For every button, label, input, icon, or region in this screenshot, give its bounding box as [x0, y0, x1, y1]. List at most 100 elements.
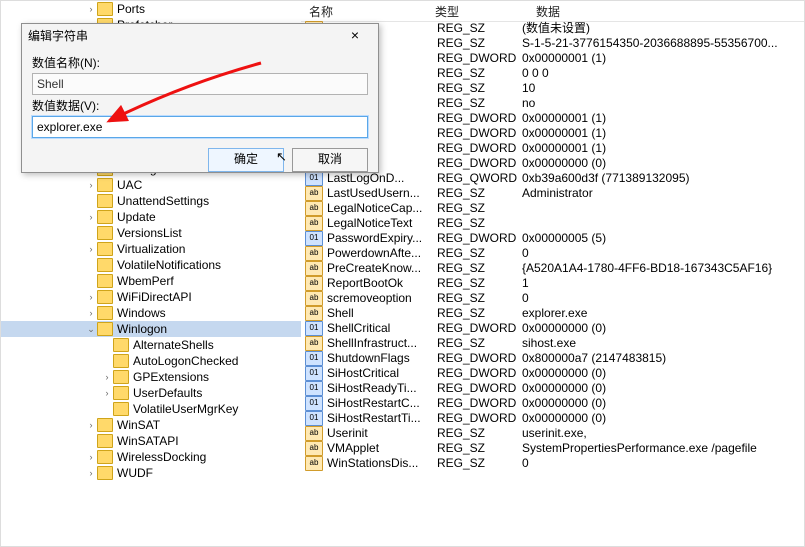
value-name: Shell	[327, 306, 437, 321]
expand-icon[interactable]: ›	[85, 289, 97, 305]
expand-icon[interactable]: ›	[85, 1, 97, 17]
value-data: 10	[522, 81, 804, 96]
tree-item-wbemperf[interactable]: WbemPerf	[1, 273, 301, 289]
tree-item-wudf[interactable]: ›WUDF	[1, 465, 301, 481]
tree-item-windows[interactable]: ›Windows	[1, 305, 301, 321]
value-type: REG_DWORD	[437, 156, 522, 171]
string-icon: ab	[305, 291, 323, 306]
value-row[interactable]: abPreCreateKnow...REG_SZ{A520A1A4-1780-4…	[301, 261, 804, 276]
expand-icon[interactable]: ›	[85, 209, 97, 225]
expand-icon[interactable]: ›	[85, 465, 97, 481]
string-icon: ab	[305, 261, 323, 276]
value-type: REG_SZ	[437, 21, 522, 36]
value-name: SiHostRestartTi...	[327, 411, 437, 426]
value-data: sihost.exe	[522, 336, 804, 351]
value-type: REG_QWORD	[437, 171, 522, 186]
tree-item-update[interactable]: › Update	[1, 209, 301, 225]
value-name-label: 数值名称(N):	[32, 54, 368, 71]
value-data: (数值未设置)	[522, 21, 804, 36]
string-icon: ab	[305, 426, 323, 441]
ok-button[interactable]: 确定	[208, 148, 284, 172]
value-row[interactable]: 01ShutdownFlagsREG_DWORD0x800000a7 (2147…	[301, 351, 804, 366]
folder-icon	[97, 450, 113, 464]
expand-icon[interactable]: ›	[85, 241, 97, 257]
value-type: REG_SZ	[437, 201, 522, 216]
expand-icon[interactable]: ⌄	[85, 321, 97, 337]
tree-item-userdefaults[interactable]: › UserDefaults	[1, 385, 301, 401]
value-data: explorer.exe	[522, 306, 804, 321]
tree-label: WinSAT	[117, 417, 160, 433]
col-header-name[interactable]: 名称	[301, 1, 427, 22]
value-data: 0x00000001 (1)	[522, 126, 804, 141]
col-header-type[interactable]: 类型	[427, 1, 528, 22]
expand-icon[interactable]: ›	[101, 369, 113, 385]
tree-item-virtualization[interactable]: ›Virtualization	[1, 241, 301, 257]
value-type: REG_DWORD	[437, 366, 522, 381]
value-name: SiHostCritical	[327, 366, 437, 381]
value-row[interactable]: abUserinitREG_SZuserinit.exe,	[301, 426, 804, 441]
tree-label: UserDefaults	[133, 385, 202, 401]
tree-item-autologonchecked[interactable]: AutoLogonChecked	[1, 353, 301, 369]
value-row[interactable]: abVMAppletREG_SZSystemPropertiesPerforma…	[301, 441, 804, 456]
value-type: REG_SZ	[437, 276, 522, 291]
value-data-input[interactable]	[32, 116, 368, 138]
tree-item-unattendsettings[interactable]: UnattendSettings	[1, 193, 301, 209]
col-header-data[interactable]: 数据	[528, 1, 804, 22]
string-icon: ab	[305, 201, 323, 216]
folder-icon	[113, 370, 129, 384]
value-data: 0x00000005 (5)	[522, 231, 804, 246]
value-row[interactable]: abReportBootOkREG_SZ1	[301, 276, 804, 291]
value-row[interactable]: abPowerdownAfte...REG_SZ0	[301, 246, 804, 261]
expand-icon[interactable]: ›	[85, 449, 97, 465]
value-row[interactable]: abLegalNoticeTextREG_SZ	[301, 216, 804, 231]
value-name: VMApplet	[327, 441, 437, 456]
value-row[interactable]: 01ShellCriticalREG_DWORD0x00000000 (0)	[301, 321, 804, 336]
value-row[interactable]: 01SiHostRestartTi...REG_DWORD0x00000000 …	[301, 411, 804, 426]
tree-item-volatileusermgrkey[interactable]: VolatileUserMgrKey	[1, 401, 301, 417]
string-icon: ab	[305, 276, 323, 291]
tree-label: GPExtensions	[133, 369, 209, 385]
tree-item-wirelessdocking[interactable]: ›WirelessDocking	[1, 449, 301, 465]
value-row[interactable]: 01PasswordExpiry...REG_DWORD0x00000005 (…	[301, 231, 804, 246]
tree-item-gpextensions[interactable]: › GPExtensions	[1, 369, 301, 385]
tree-label: WiFiDirectAPI	[117, 289, 192, 305]
tree-label: Update	[117, 209, 156, 225]
value-row[interactable]: abShellREG_SZexplorer.exe	[301, 306, 804, 321]
value-row[interactable]: abShellInfrastruct...REG_SZsihost.exe	[301, 336, 804, 351]
value-data: 0x00000000 (0)	[522, 396, 804, 411]
expand-icon[interactable]: ›	[85, 305, 97, 321]
string-icon: ab	[305, 216, 323, 231]
cancel-button[interactable]: 取消	[292, 148, 368, 172]
edit-string-dialog: 编辑字符串 × 数值名称(N): 数值数据(V): 确定 取消	[21, 23, 379, 173]
tree-item-alternateshells[interactable]: AlternateShells	[1, 337, 301, 353]
value-row[interactable]: 01SiHostCriticalREG_DWORD0x00000000 (0)	[301, 366, 804, 381]
value-data: 0x00000001 (1)	[522, 51, 804, 66]
tree-item-wifidirectapi[interactable]: › WiFiDirectAPI	[1, 289, 301, 305]
tree-item-ports[interactable]: ›Ports	[1, 1, 301, 17]
expand-icon[interactable]: ›	[101, 385, 113, 401]
value-data: userinit.exe,	[522, 426, 804, 441]
value-name: WinStationsDis...	[327, 456, 437, 471]
value-data: 1	[522, 276, 804, 291]
close-icon[interactable]: ×	[338, 26, 372, 46]
value-row[interactable]: abLastUsedUsern...REG_SZAdministrator	[301, 186, 804, 201]
value-data: 0	[522, 246, 804, 261]
tree-item-winsat[interactable]: › WinSAT	[1, 417, 301, 433]
tree-label: AutoLogonChecked	[133, 353, 238, 369]
value-type: REG_DWORD	[437, 321, 522, 336]
value-data: S-1-5-21-3776154350-2036688895-55356700.…	[522, 36, 804, 51]
value-row[interactable]: 01SiHostReadyTi...REG_DWORD0x00000000 (0…	[301, 381, 804, 396]
value-row[interactable]: abLegalNoticeCap...REG_SZ	[301, 201, 804, 216]
tree-item-versionslist[interactable]: VersionsList	[1, 225, 301, 241]
expand-icon[interactable]: ›	[85, 417, 97, 433]
tree-item-volatilenotifications[interactable]: VolatileNotifications	[1, 257, 301, 273]
value-row[interactable]: 01SiHostRestartC...REG_DWORD0x00000000 (…	[301, 396, 804, 411]
value-row[interactable]: abscremoveoptionREG_SZ0	[301, 291, 804, 306]
folder-icon	[97, 322, 113, 336]
tree-item-winsatapi[interactable]: WinSATAPI	[1, 433, 301, 449]
tree-item-winlogon[interactable]: ⌄Winlogon	[1, 321, 301, 337]
value-type: REG_DWORD	[437, 141, 522, 156]
value-name-input[interactable]	[32, 73, 368, 95]
value-row[interactable]: abWinStationsDis...REG_SZ0	[301, 456, 804, 471]
value-type: REG_SZ	[437, 96, 522, 111]
